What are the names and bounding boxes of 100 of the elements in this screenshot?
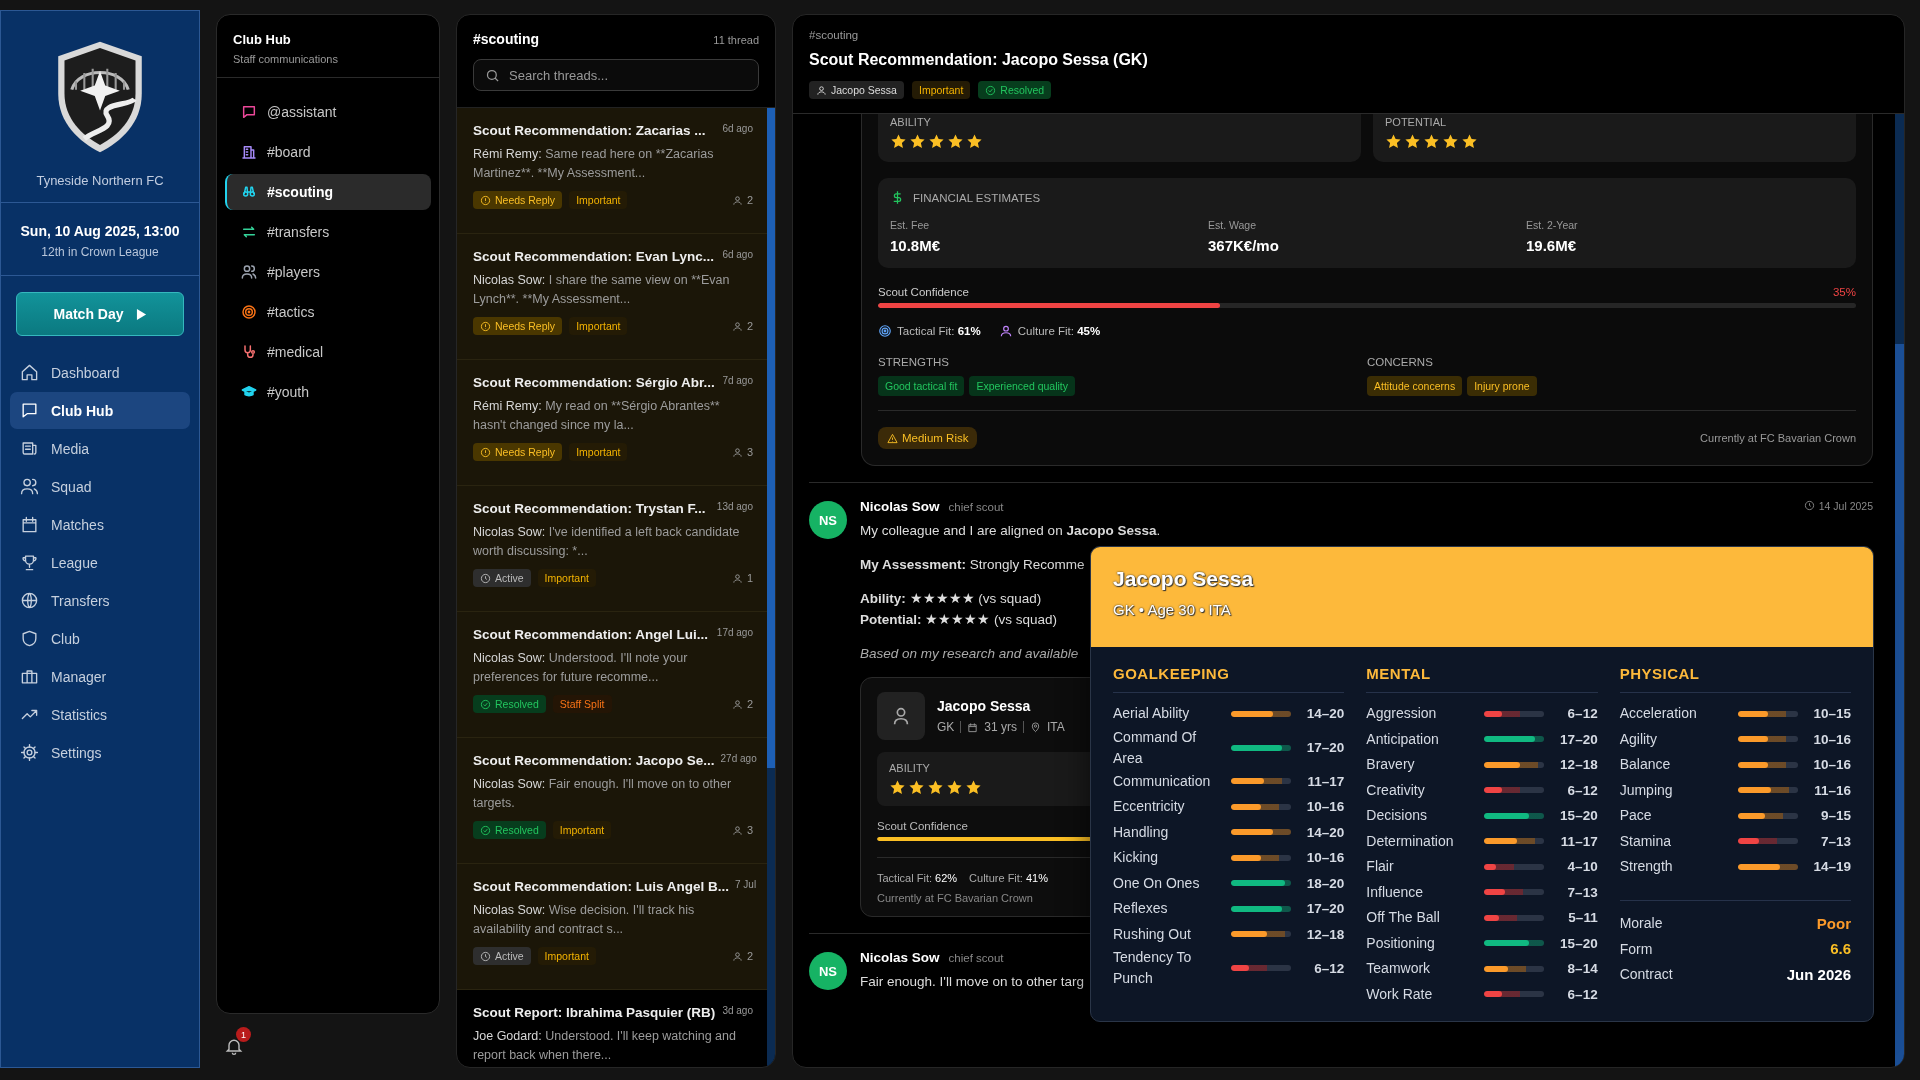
attribute-range: 11–17 — [1559, 833, 1598, 849]
channel-item[interactable]: #board — [225, 134, 431, 170]
nav-item[interactable]: Dashboard — [10, 354, 190, 391]
attribute-range: 6–12 — [1566, 706, 1598, 722]
star-icon — [890, 133, 907, 150]
message-text: Fair enough. I'll move on to other targ — [860, 973, 1084, 991]
scrollbar[interactable] — [767, 108, 775, 1067]
nav-item[interactable]: Settings — [10, 734, 190, 771]
thread-item[interactable]: Scout Recommendation: Luis Angel B... 7 Jul Nicolas Sow: Wise decision. I'll track his availability and contract s... Active Important 2 — [457, 864, 767, 990]
thread-item[interactable]: Scout Recommendation: Zacarias ... 6d ago Rémi Remy: Same read here on **Zacarias Martinez**. **My Assessment... Needs Reply Important 2 — [457, 108, 767, 234]
section-title: CONCERNS — [1367, 356, 1434, 368]
nav-item[interactable]: Transfers — [10, 582, 190, 619]
league-position: 12th in Crown League — [40, 245, 160, 259]
attribute-name: Pace — [1619, 806, 1653, 826]
estimate-value: 10.8M€ — [890, 237, 942, 254]
fit-score: Tactical Fit: 61% — [897, 325, 981, 337]
status-badge: Resolved — [473, 821, 546, 839]
globe-icon — [20, 591, 39, 610]
attribute-range: 4–10 — [1566, 859, 1598, 875]
star-icon — [1385, 133, 1402, 150]
channel-item[interactable]: #transfers — [225, 214, 431, 250]
tag-badge: Important — [569, 191, 628, 209]
attribute-name: Communication — [1113, 771, 1212, 791]
message-text: Ability: ★★★★★ (vs squad) — [860, 590, 1042, 608]
tag-badge: Resolved — [978, 81, 1052, 99]
channel-item[interactable]: #tactics — [225, 294, 431, 330]
nav-item[interactable]: Club — [10, 620, 190, 657]
thread-item[interactable]: Scout Recommendation: Evan Lync... 6d ago Nicolas Sow: I share the same view on **Evan Lynch**. **My Assessment... Needs Reply Important 2 — [457, 234, 767, 360]
thread-item[interactable]: Scout Recommendation: Trystan F... 13d ago Nicolas Sow: I've identified a left back candidate worth discussing: *... Active Important 1 — [457, 486, 767, 612]
channel-item[interactable]: #scouting — [225, 174, 431, 210]
info-label: Morale — [1619, 915, 1663, 932]
confidence-label: Scout Confidence — [878, 286, 969, 298]
attribute-range: 6–12 — [1566, 782, 1598, 798]
attribute-range: 11–16 — [1813, 782, 1851, 798]
participant-count: 1 — [731, 572, 753, 584]
participant-count: 2 — [731, 194, 753, 206]
risk-badge: Medium Risk — [878, 427, 978, 449]
thread-title: Scout Recommendation: Angel Lui... — [473, 627, 708, 642]
attribute-range: 11–17 — [1306, 773, 1345, 789]
match-day-button[interactable]: Match Day — [16, 292, 184, 336]
nav-item[interactable]: Statistics — [10, 696, 190, 733]
info-value: 6.6 — [1830, 940, 1851, 958]
nav-item[interactable]: League — [10, 544, 190, 581]
attribute-name: Anticipation — [1366, 729, 1440, 749]
estimate-label: Est. Wage — [1208, 219, 1258, 231]
star-icon — [927, 779, 944, 796]
attribute-range: 10–16 — [1305, 799, 1345, 815]
section-title: STRENGTHS — [878, 356, 950, 368]
author-name: Nicolas Sow — [860, 950, 940, 965]
thread-item[interactable]: Scout Recommendation: Jacopo Se... 27d ago Nicolas Sow: Fair enough. I'll move on to other targets. Resolved Important 3 — [457, 738, 767, 864]
rating-label: ABILITY — [890, 116, 932, 128]
thread-item[interactable]: Scout Recommendation: Angel Lui... 17d ago Nicolas Sow: Understood. I'll note your preferences for future recomme... Resolved Staff Split 2 — [457, 612, 767, 738]
attribute-name: Aggression — [1366, 704, 1438, 724]
message-text: Based on my research and available — [860, 645, 1079, 663]
player-age: 31 yrs — [984, 720, 1018, 734]
thread-title: Scout Recommendation: Sérgio Abr... — [473, 375, 715, 390]
briefcase-icon — [20, 667, 39, 686]
club-name: Tyneside Northern FC — [36, 173, 164, 188]
participant-count: 3 — [731, 446, 753, 458]
fit-score: Culture Fit: 45% — [1017, 325, 1101, 337]
attribute-range: 14–20 — [1305, 706, 1345, 722]
scrollbar[interactable] — [1895, 114, 1904, 1067]
strength-tag: Experienced quality — [969, 376, 1075, 396]
channel-item[interactable]: #players — [225, 254, 431, 290]
calendar-icon — [967, 721, 979, 733]
message-time: 14 Jul 2025 — [1818, 499, 1873, 512]
nav-item[interactable]: Matches — [10, 506, 190, 543]
channel-item[interactable]: @assistant — [225, 94, 431, 130]
nav-item[interactable]: Media — [10, 430, 190, 467]
info-label: Contract — [1619, 966, 1673, 983]
player-name: Jacopo Sessa — [1113, 567, 1255, 591]
avatar: NS — [809, 501, 847, 539]
message-text: My colleague and I are aligned on Jacopo Sessa. — [860, 522, 1161, 540]
status-badge: Resolved — [473, 695, 546, 713]
search-field[interactable]: Search threads... — [473, 59, 759, 91]
confidence-value: 35% — [1832, 286, 1856, 298]
confidence-label: Scout Confidence — [877, 820, 968, 832]
tag-badge: Important — [569, 317, 628, 335]
location-pin-icon — [1030, 721, 1042, 733]
thread-time: 7 Jul — [735, 879, 757, 892]
status-badge: Needs Reply — [473, 443, 563, 461]
channel-item[interactable]: #youth — [225, 374, 431, 410]
attribute-group-title: PHYSICAL — [1619, 665, 1851, 693]
nav-item[interactable]: Manager — [10, 658, 190, 695]
thread-preview: Nicolas Sow: I've identified a left back candidate worth discussing: *... — [473, 524, 741, 560]
thread-title: Scout Recommendation: Jacopo Sessa (GK) — [809, 51, 1149, 69]
tag-badge: Important — [537, 569, 596, 587]
nav-item[interactable]: Club Hub — [10, 392, 190, 429]
channel-item[interactable]: #medical — [225, 334, 431, 370]
current-club: Currently at FC Bavarian Crown — [877, 892, 1033, 904]
notification-count: 1 — [236, 1027, 251, 1042]
star-icon — [947, 133, 964, 150]
thread-item[interactable]: Scout Recommendation: Sérgio Abr... 7d ago Rémi Remy: My read on **Sérgio Abrantes** hasn't changed since my la... Needs Reply Important 3 — [457, 360, 767, 486]
attribute-name: Jumping — [1619, 780, 1674, 800]
status-badge: Active — [473, 569, 531, 587]
attribute-range: 15–20 — [1559, 808, 1598, 824]
star-icon — [966, 133, 983, 150]
thread-time: 6d ago — [722, 249, 753, 262]
nav-item[interactable]: Squad — [10, 468, 190, 505]
attribute-name: Acceleration — [1619, 704, 1698, 724]
